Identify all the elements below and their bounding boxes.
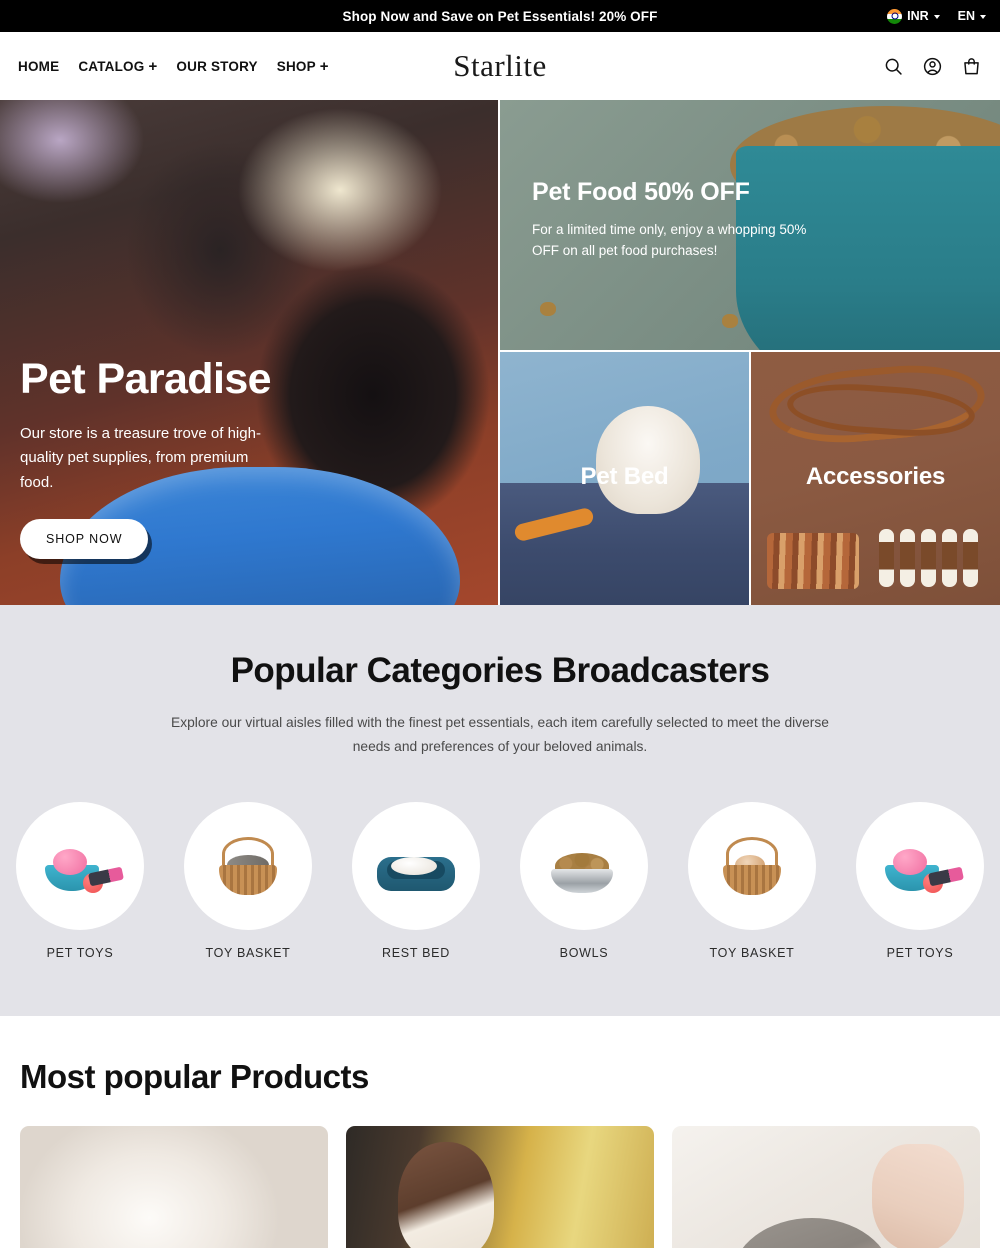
hero-section: Pet Paradise Our store is a treasure tro… [0,100,1000,605]
nav-item-catalog[interactable]: CATALOG + [78,59,157,74]
pet-food-banner[interactable]: Pet Food 50% OFF For a limited time only… [500,100,1000,350]
account-icon[interactable] [922,56,943,77]
main-navigation: HOME CATALOG + OUR STORY SHOP + [18,59,329,74]
pet-bed-card[interactable]: Pet Bed [500,352,749,605]
accessories-label: Accessories [805,463,946,491]
hero-lower-cards: Pet Bed Accessories [500,352,1000,605]
nav-label: HOME [18,58,60,74]
nav-label: CATALOG [78,58,145,74]
india-flag-icon [887,8,903,24]
hero-title: Pet Paradise [20,355,272,404]
chevron-down-icon [933,14,940,19]
category-item[interactable]: PET TOYS [16,802,144,960]
announcement-text: Shop Now and Save on Pet Essentials! 20%… [342,8,658,24]
hero-main-banner[interactable]: Pet Paradise Our store is a treasure tro… [0,100,498,605]
header-icons [883,56,982,77]
shop-now-button[interactable]: SHOP NOW [20,519,149,559]
pet-food-description: For a limited time only, enjoy a whoppin… [532,222,807,259]
accessories-card[interactable]: Accessories [751,352,1000,605]
plus-icon: + [319,57,329,75]
category-label: PET TOYS [46,946,114,961]
category-item[interactable]: TOY BASKET [688,802,816,960]
announcement-selectors: INR EN [887,8,986,24]
popular-products-section: Most popular Products [0,1016,1000,1248]
bone-treats-decoration [879,529,978,587]
announcement-bar: Shop Now and Save on Pet Essentials! 20%… [0,0,1000,32]
nav-item-home[interactable]: HOME [18,59,59,74]
chew-sticks-decoration [767,533,859,589]
category-label: REST BED [382,946,450,961]
pet-food-title: Pet Food 50% OFF [532,178,750,206]
pet-toys-icon [877,835,964,897]
category-item[interactable]: REST BED [352,802,480,960]
popular-categories-section: Popular Categories Broadcasters Explore … [0,605,1000,1017]
language-label: EN [957,9,975,23]
category-item[interactable]: TOY BASKET [184,802,312,960]
category-item[interactable]: BOWLS [520,802,648,960]
chevron-down-icon [980,14,986,19]
hero-description: Our store is a treasure trove of high-qu… [20,425,261,491]
language-selector[interactable]: EN [958,9,986,23]
logo-text[interactable]: Starlite [453,48,547,83]
nav-label: OUR STORY [176,58,258,74]
product-card[interactable] [20,1126,328,1248]
dog-decoration [596,406,700,514]
pet-food-copy: Pet Food 50% OFF For a limited time only… [532,178,832,262]
product-card[interactable] [346,1126,654,1248]
category-item[interactable]: PET TOYS [856,802,984,960]
products-grid [20,1126,980,1248]
category-image [352,802,480,931]
category-image [688,802,816,931]
currency-label: INR [907,9,929,23]
toy-basket-cat-icon [205,835,291,897]
category-image [520,802,648,931]
search-icon[interactable] [883,56,904,77]
category-image [856,802,984,931]
category-image [184,802,312,931]
rest-bed-icon [373,835,459,897]
nav-item-our-story[interactable]: OUR STORY [176,59,257,74]
categories-row: PET TOYS TOY BASKET REST BED BOWLS TOY B… [0,802,1000,960]
category-label: PET TOYS [886,946,954,961]
category-label: TOY BASKET [709,946,795,961]
kibble-crumb [540,302,556,316]
categories-description: Explore our virtual aisles filled with t… [171,715,829,754]
nav-item-shop[interactable]: SHOP + [277,59,329,74]
site-header: HOME CATALOG + OUR STORY SHOP + Starlite [0,32,1000,100]
category-label: TOY BASKET [205,946,291,961]
categories-title: Popular Categories Broadcasters [230,651,770,690]
toy-basket-hamster-icon [709,835,795,897]
nav-label: SHOP [276,58,316,74]
hero-content: Pet Paradise Our store is a treasure tro… [20,355,272,559]
plus-icon: + [148,57,158,75]
product-card[interactable] [672,1126,980,1248]
category-image [16,802,144,931]
hero-side-panels: Pet Food 50% OFF For a limited time only… [500,100,1000,605]
pet-bed-label: Pet Bed [580,463,669,491]
pet-toys-icon [37,835,124,897]
products-title: Most popular Products [20,1058,369,1096]
category-label: BOWLS [559,946,609,961]
bowls-icon [541,835,627,897]
currency-selector[interactable]: INR [887,8,940,24]
kibble-crumb [722,314,738,328]
cart-icon[interactable] [961,56,982,77]
